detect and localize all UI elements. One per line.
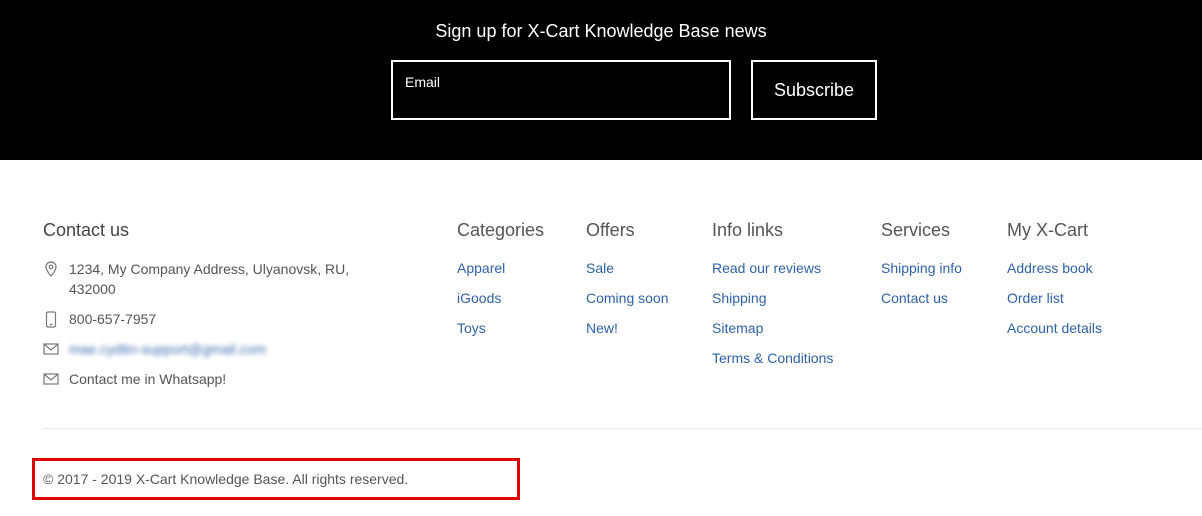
info-links-title: Info links xyxy=(712,220,784,240)
link-address-book[interactable]: Address book xyxy=(1007,258,1102,288)
my-xcart-title: My X-Cart xyxy=(1007,220,1088,240)
link-order-list[interactable]: Order list xyxy=(1007,288,1102,318)
subscribe-button[interactable]: Subscribe xyxy=(751,60,877,120)
email-link[interactable]: mae.cydtin-support@gmail.com xyxy=(69,339,369,359)
contact-email[interactable]: mae.cydtin-support@gmail.com xyxy=(43,339,369,359)
link-sale[interactable]: Sale xyxy=(586,258,669,288)
info-links: Read our reviews Shipping Sitemap Terms … xyxy=(712,258,833,378)
newsletter-section: Sign up for X-Cart Knowledge Base news S… xyxy=(0,0,1202,160)
categories-links: Apparel iGoods Toys xyxy=(457,258,505,348)
my-xcart-links: Address book Order list Account details xyxy=(1007,258,1102,348)
newsletter-title: Sign up for X-Cart Knowledge Base news xyxy=(435,21,767,41)
email-input[interactable] xyxy=(391,60,731,120)
map-pin-icon xyxy=(43,259,59,279)
envelope-icon xyxy=(43,369,59,389)
link-terms[interactable]: Terms & Conditions xyxy=(712,348,833,378)
envelope-icon xyxy=(43,339,59,359)
services-links: Shipping info Contact us xyxy=(881,258,962,318)
phone-text: 800-657-7957 xyxy=(69,311,157,327)
link-contact-us[interactable]: Contact us xyxy=(881,288,962,318)
link-toys[interactable]: Toys xyxy=(457,318,505,348)
contact-phone: 800-657-7957 xyxy=(43,309,369,329)
link-shipping-info[interactable]: Shipping info xyxy=(881,258,962,288)
services-title: Services xyxy=(881,220,951,240)
link-coming-soon[interactable]: Coming soon xyxy=(586,288,669,318)
contact-title: Contact us xyxy=(43,220,130,240)
link-read-reviews[interactable]: Read our reviews xyxy=(712,258,833,288)
contact-address: 1234, My Company Address, Ulyanovsk, RU,… xyxy=(43,259,369,299)
link-sitemap[interactable]: Sitemap xyxy=(712,318,833,348)
link-new[interactable]: New! xyxy=(586,318,669,348)
link-account-details[interactable]: Account details xyxy=(1007,318,1102,348)
offers-title: Offers xyxy=(586,220,635,240)
categories-title: Categories xyxy=(457,220,545,240)
mobile-phone-icon xyxy=(43,309,59,329)
contact-whatsapp[interactable]: Contact me in Whatsapp! xyxy=(43,369,369,389)
whatsapp-text[interactable]: Contact me in Whatsapp! xyxy=(69,369,369,389)
link-shipping[interactable]: Shipping xyxy=(712,288,833,318)
highlight-annotation xyxy=(32,458,520,500)
link-igoods[interactable]: iGoods xyxy=(457,288,505,318)
offers-links: Sale Coming soon New! xyxy=(586,258,669,348)
footer-divider xyxy=(43,428,1202,429)
link-apparel[interactable]: Apparel xyxy=(457,258,505,288)
address-text: 1234, My Company Address, Ulyanovsk, RU,… xyxy=(69,261,350,297)
